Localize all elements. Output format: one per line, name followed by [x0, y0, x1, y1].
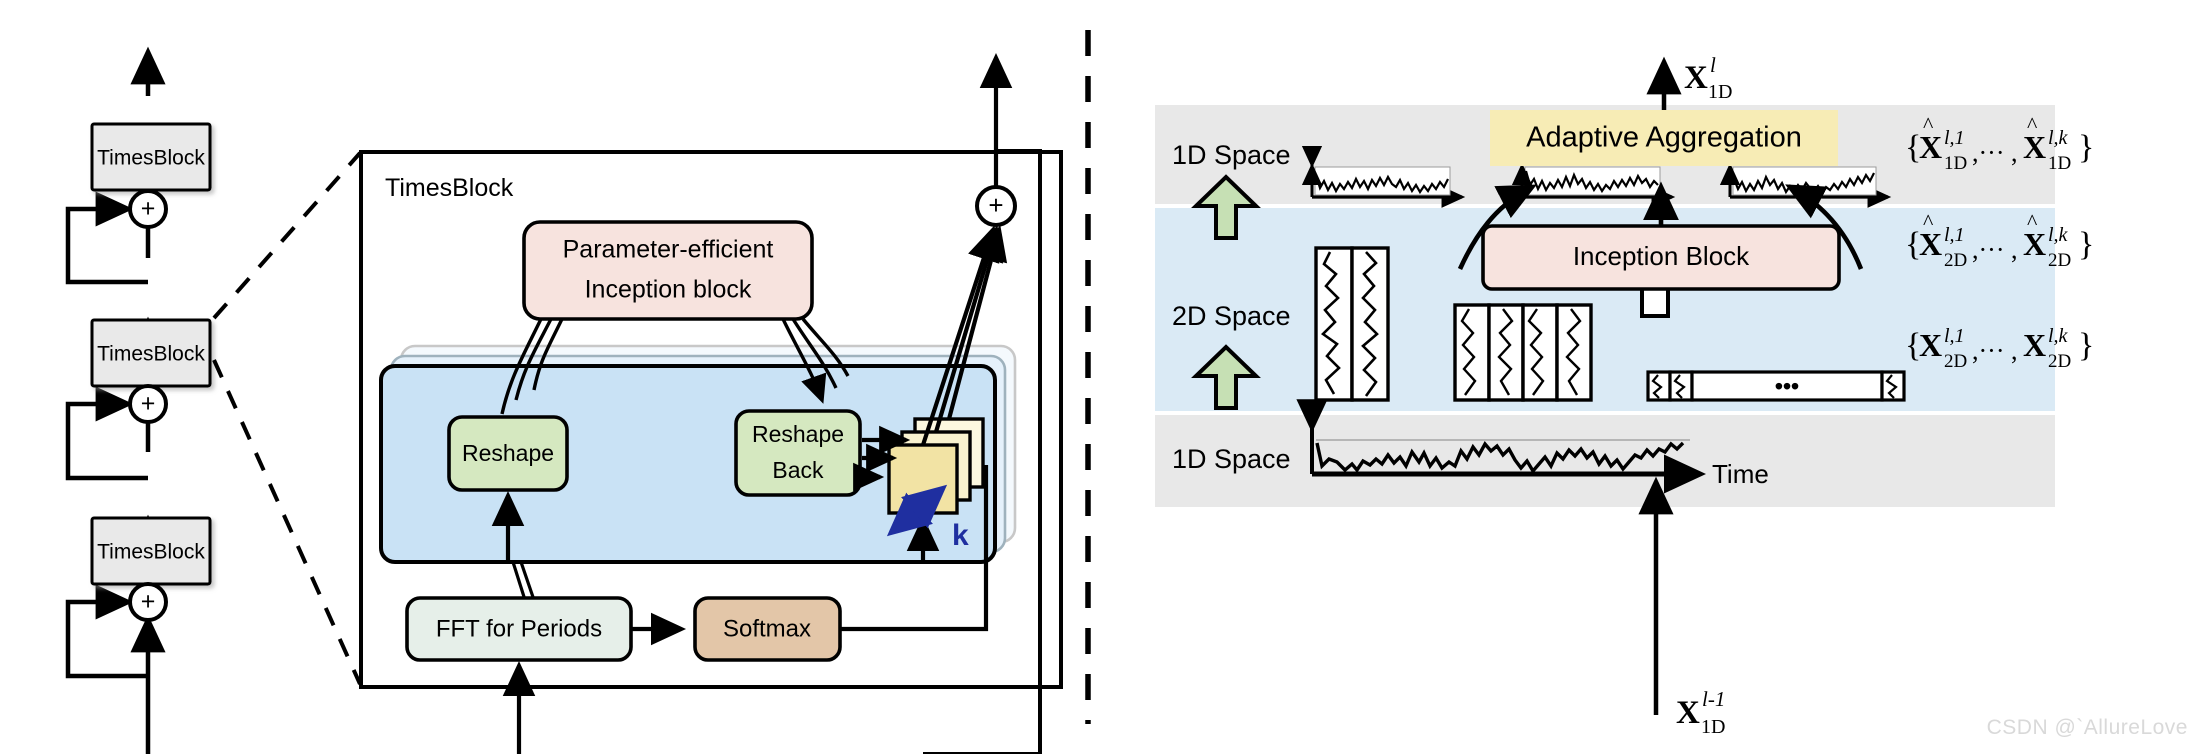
inception-block-label: Inception Block [1573, 241, 1750, 271]
times-block-1[interactable]: TimesBlock [90, 516, 212, 586]
svg-text:X: X [1684, 60, 1708, 96]
adaptive-aggregation-box[interactable]: Adaptive Aggregation [1490, 110, 1838, 166]
times-block-3[interactable]: TimesBlock [90, 122, 212, 192]
svg-text:}: } [2078, 129, 2094, 166]
hat-accent: ^ [1923, 209, 1934, 234]
output-series-2 [1511, 145, 1676, 208]
svg-text:l-1: l-1 [1702, 687, 1725, 711]
svg-text:,··· ,: ,··· , [1972, 235, 2017, 264]
svg-text:1D: 1D [1708, 81, 1732, 103]
svg-text:l,1: l,1 [1944, 224, 1965, 246]
plus-icon: + [141, 390, 156, 418]
svg-text:,··· ,: ,··· , [1972, 336, 2017, 365]
hat-accent: ^ [1923, 112, 1934, 137]
times-block-label: TimesBlock [97, 343, 205, 366]
time-axis-label: Time [1712, 459, 1769, 489]
svg-text:1D: 1D [1701, 716, 1725, 738]
band-label-1d-bottom: 1D Space [1172, 444, 1291, 474]
middle-panel-title: TimesBlock [385, 174, 514, 202]
svg-text:,··· ,: ,··· , [1972, 138, 2017, 167]
svg-text:1D: 1D [1944, 153, 1967, 174]
residual-adder-3: + [128, 189, 168, 229]
ellipsis-label: ••• [1775, 373, 1799, 399]
svg-text:}: } [2078, 226, 2094, 263]
annotation-output: X l 1D [1684, 53, 1732, 103]
svg-text:l,1: l,1 [1944, 325, 1965, 347]
middle-adder: + [975, 185, 1017, 227]
svg-text:l,k: l,k [2048, 224, 2069, 246]
inception-block-line1: Parameter-efficient [563, 236, 774, 264]
softmax-label: Softmax [723, 615, 811, 642]
adaptive-aggregation-label: Adaptive Aggregation [1526, 122, 1802, 154]
svg-text:X: X [2023, 327, 2046, 363]
left-panel: TimesBlock TimesBlock TimesBlock + + + [65, 46, 212, 754]
output-series-3 [1719, 145, 1892, 208]
fft-label: FFT for Periods [436, 615, 602, 642]
reshape-back-line1: Reshape [752, 421, 844, 447]
tensor-2d-medium [1453, 303, 1593, 402]
hat-accent: ^ [2027, 209, 2038, 234]
reshape-back-box[interactable]: Reshape Back [734, 409, 862, 497]
middle-panel: TimesBlock Parameter-efficient Inception… [359, 52, 1063, 754]
output-series-1 [1301, 145, 1466, 208]
diagram-canvas: TimesBlock TimesBlock TimesBlock + + + T… [65, 30, 2094, 754]
svg-text:X: X [1676, 695, 1700, 731]
plus-icon: + [988, 190, 1003, 220]
k-label: k [952, 519, 969, 552]
residual-adder-2: + [128, 384, 168, 424]
svg-text:2D: 2D [1944, 351, 1967, 372]
svg-text:1D: 1D [2048, 153, 2071, 174]
reshape-box[interactable]: Reshape [447, 415, 569, 492]
softmax-box[interactable]: Softmax [693, 596, 842, 662]
svg-text:}: } [2078, 327, 2094, 364]
plus-icon: + [141, 195, 156, 223]
times-block-2[interactable]: TimesBlock [90, 318, 212, 388]
svg-text:l,k: l,k [2048, 325, 2069, 347]
band-label-2d: 2D Space [1172, 301, 1291, 331]
svg-text:l,1: l,1 [1944, 127, 1965, 149]
annotation-input: X l-1 1D [1676, 687, 1725, 738]
fft-for-periods-box[interactable]: FFT for Periods [405, 596, 633, 662]
reshape-back-line2: Back [772, 457, 824, 483]
svg-text:2D: 2D [2048, 351, 2071, 372]
inception-block-line2: Inception block [585, 276, 752, 304]
times-block-label: TimesBlock [97, 147, 205, 170]
svg-text:2D: 2D [2048, 250, 2071, 271]
band-label-1d-top: 1D Space [1172, 140, 1291, 170]
residual-adder-1: + [128, 582, 168, 622]
times-block-label: TimesBlock [97, 541, 205, 564]
parameter-efficient-inception-block[interactable]: Parameter-efficient Inception block [522, 220, 814, 321]
period-weight-stack [887, 417, 985, 515]
svg-text:l: l [1710, 53, 1716, 77]
svg-text:2D: 2D [1944, 250, 1967, 271]
zoom-callout-lines [212, 151, 362, 685]
diagram-root: TimesBlock TimesBlock TimesBlock + + + T… [0, 0, 2206, 754]
svg-text:l,k: l,k [2048, 127, 2069, 149]
inception-block-box[interactable]: Inception Block [1481, 224, 1841, 291]
svg-text:X: X [1919, 327, 1942, 363]
csdn-watermark: CSDN @`AllureLove [1986, 716, 2188, 739]
reshape-label: Reshape [462, 440, 554, 466]
hat-accent: ^ [2027, 112, 2038, 137]
tensor-2d-tall [1314, 246, 1390, 402]
plus-icon: + [141, 588, 156, 616]
tensor-2d-flat: ••• [1646, 370, 1906, 402]
